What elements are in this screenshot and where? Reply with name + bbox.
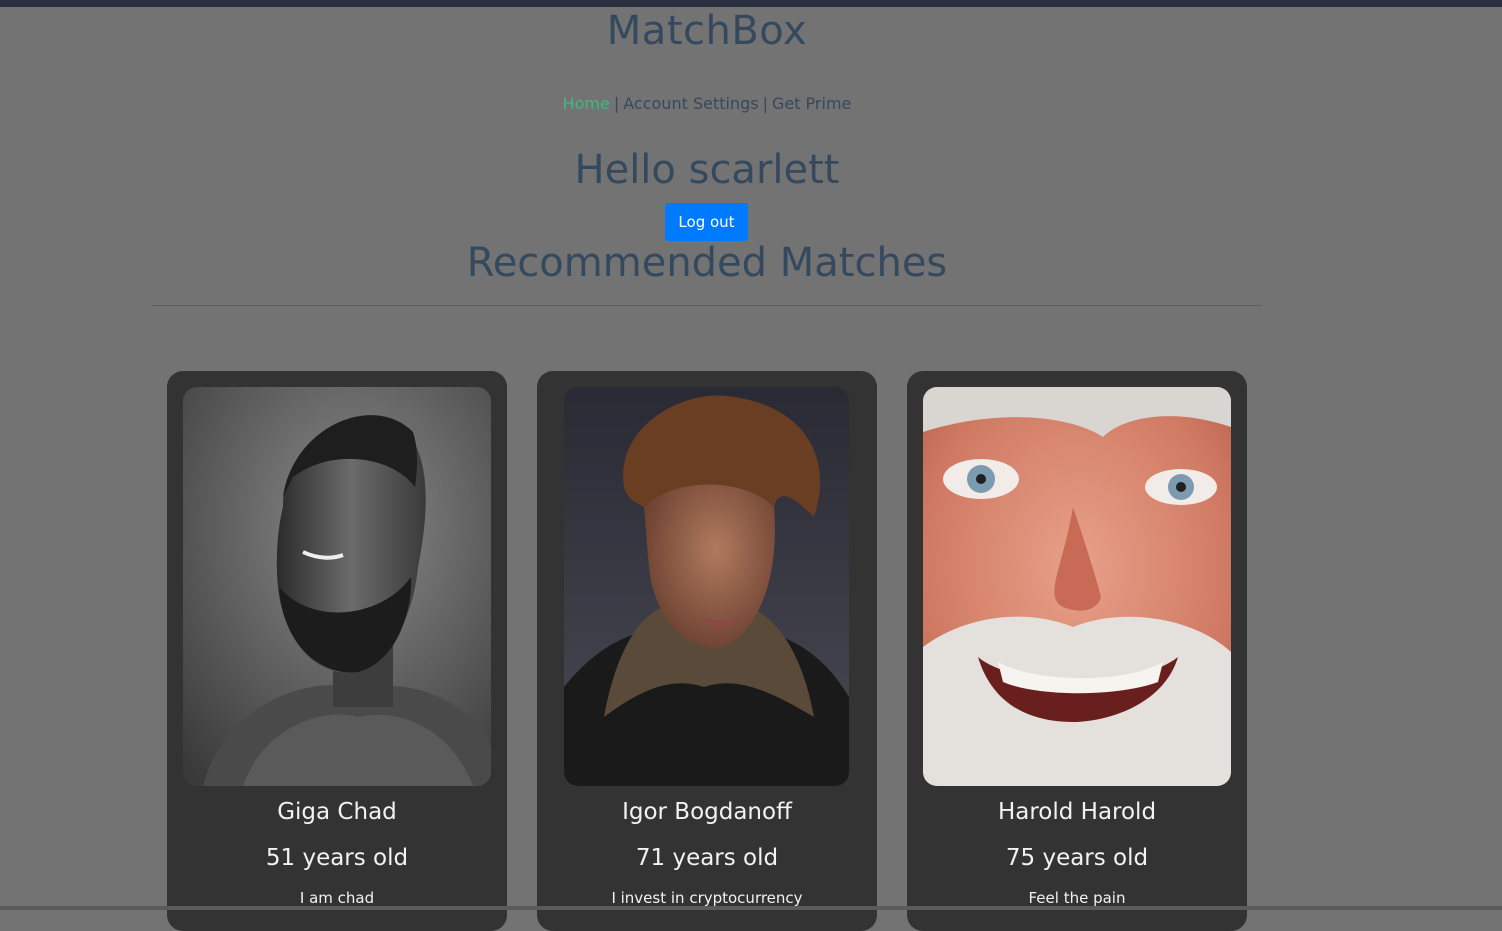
match-age: 51 years old	[265, 845, 409, 871]
profile-photo-harold-harold	[923, 387, 1231, 786]
nav-get-prime-link[interactable]: Get Prime	[772, 94, 851, 113]
nav-separator: |	[613, 94, 620, 113]
match-bio: I am chad	[299, 889, 375, 907]
profile-photo-igor-bogdanoff	[564, 387, 849, 786]
main-nav: Home | Account Settings | Get Prime	[0, 94, 1414, 113]
match-card[interactable]: Harold Harold 75 years old Feel the pain	[907, 371, 1247, 931]
match-name: Igor Bogdanoff	[622, 799, 792, 825]
greeting-heading: Hello scarlett	[574, 147, 840, 193]
logout-button[interactable]: Log out	[665, 203, 748, 241]
top-bar	[0, 0, 1502, 7]
match-bio: Feel the pain	[1028, 889, 1126, 907]
nav-separator: |	[762, 94, 768, 113]
match-name: Harold Harold	[997, 799, 1157, 825]
match-bio: I invest in cryptocurrency	[611, 889, 803, 907]
profile-photo-giga-chad	[183, 387, 491, 786]
match-name: Giga Chad	[277, 799, 397, 825]
match-age: 75 years old	[1005, 845, 1149, 871]
section-title: Recommended Matches	[466, 240, 948, 286]
section-divider	[152, 305, 1261, 306]
nav-home-link[interactable]: Home	[563, 94, 610, 113]
match-age: 71 years old	[635, 845, 779, 871]
nav-account-settings-link[interactable]: Account Settings	[623, 94, 758, 113]
match-card[interactable]: Igor Bogdanoff 71 years old I invest in …	[537, 371, 877, 931]
bottom-scroll-edge	[0, 906, 1502, 910]
brand-title: MatchBox	[606, 8, 808, 54]
match-card[interactable]: Giga Chad 51 years old I am chad	[167, 371, 507, 931]
